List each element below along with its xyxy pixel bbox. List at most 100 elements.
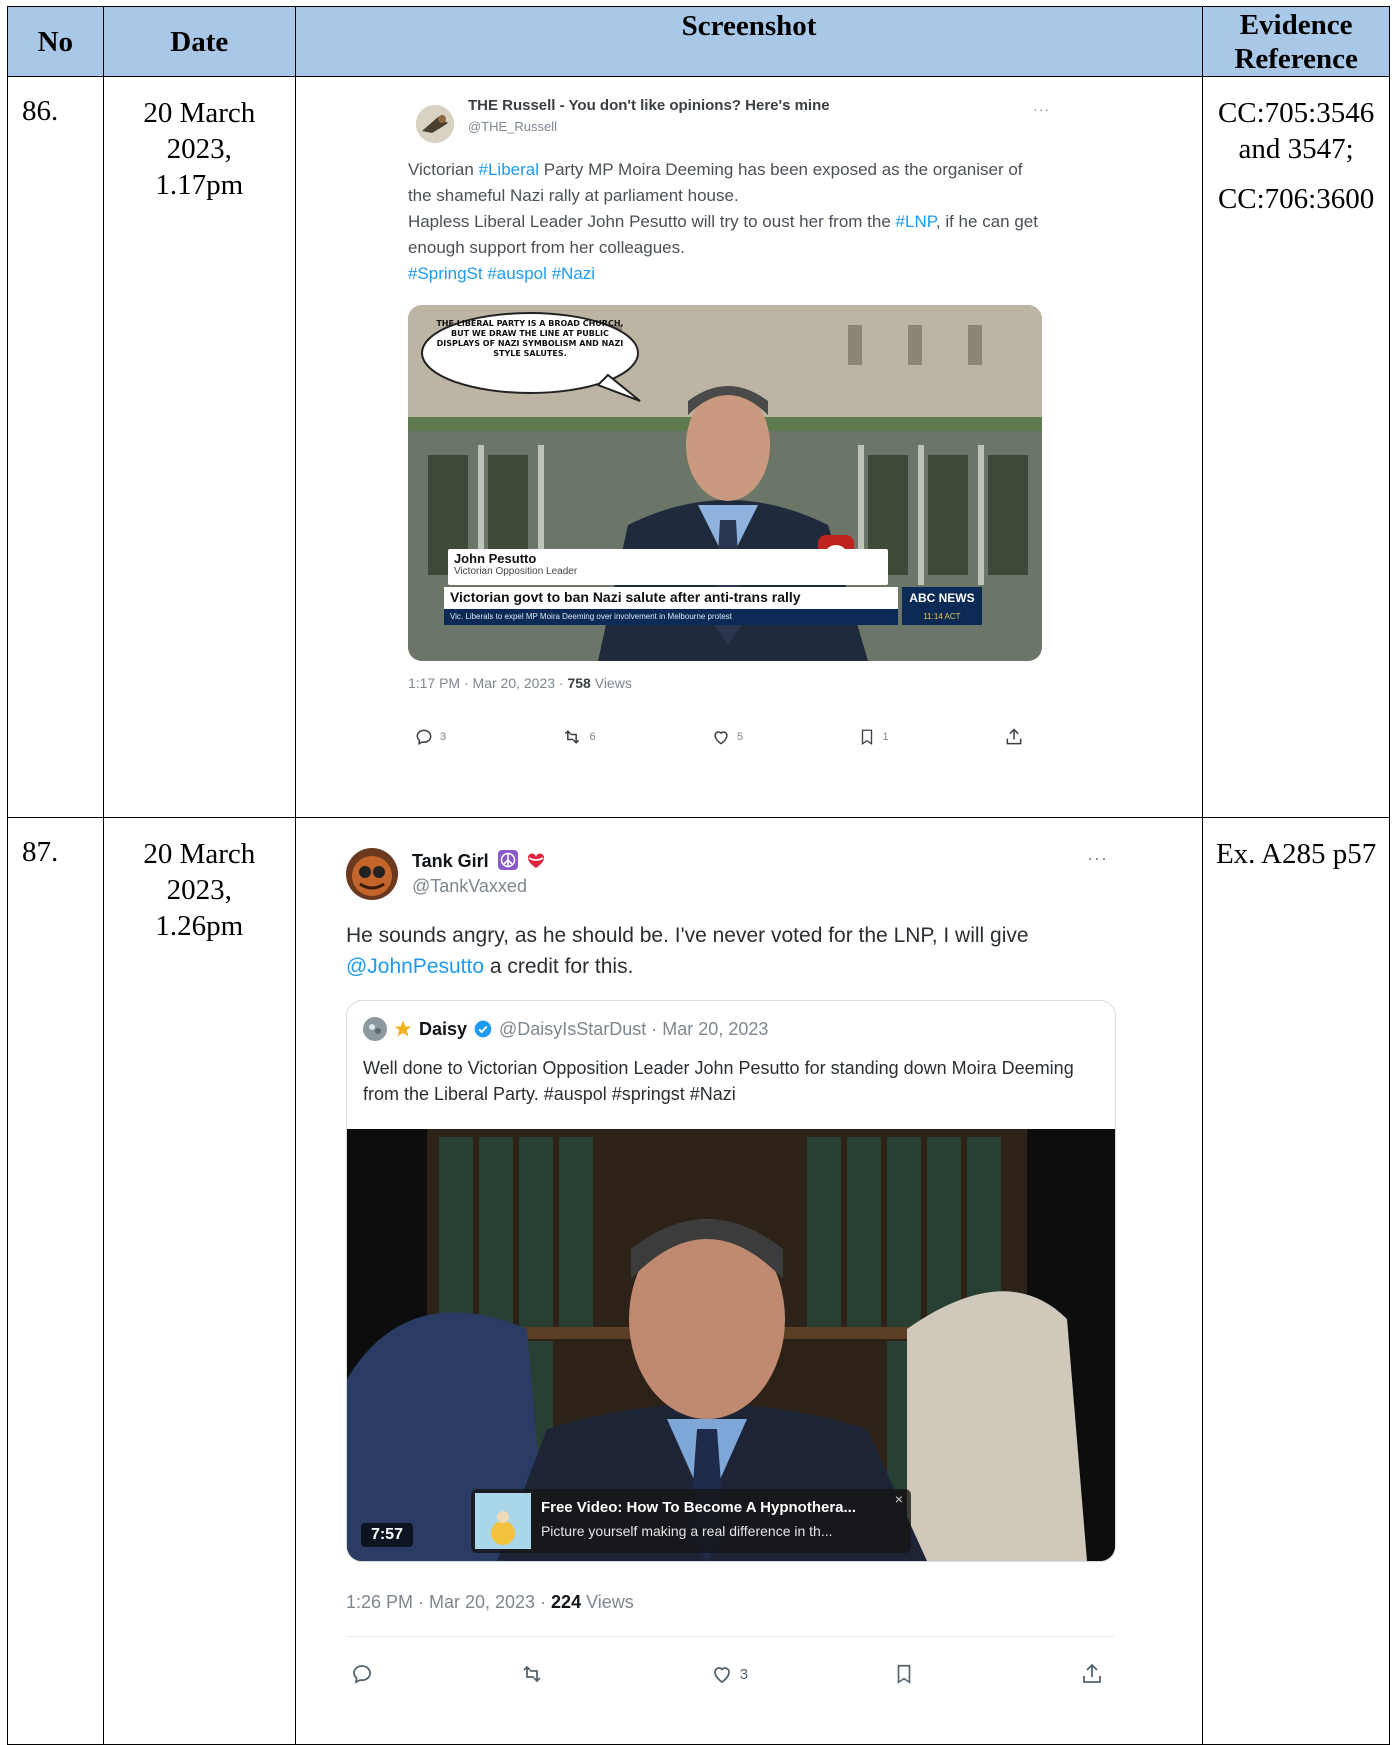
tweet-text: He sounds angry, as he should be. I've n… <box>346 920 1106 982</box>
news-ticker: Vic. Liberals to expel MP Moira Deeming … <box>443 609 898 625</box>
quoted-tweet[interactable]: Daisy @DaisyIsStarDust · Mar 20, 2023 We… <box>345 1000 1116 1562</box>
share-icon <box>1006 728 1022 745</box>
views-label: Views <box>590 675 632 691</box>
timestamp-text: 1:26 PM · Mar 20, 2023 · <box>345 1592 552 1612</box>
retweet-count: 6 <box>589 731 596 743</box>
author-handle[interactable]: @THE_Russell <box>468 119 557 134</box>
quoted-author-name[interactable]: Daisy <box>419 1019 467 1040</box>
close-icon[interactable]: × <box>895 1491 903 1507</box>
retweet-button[interactable] <box>519 1662 545 1686</box>
reply-icon <box>416 729 432 745</box>
heart-ribbon-icon <box>525 850 547 875</box>
row-date: 20 March 2023, 1.17pm <box>102 76 296 818</box>
avatar[interactable] <box>345 848 398 900</box>
reply-icon <box>353 1665 371 1684</box>
video-duration: 7:57 <box>360 1523 413 1547</box>
header-evidence-line2: Reference <box>1234 42 1358 75</box>
timestamp[interactable]: 1:17 PM · Mar 20, 2023 · 758 Views <box>408 675 632 691</box>
share-button[interactable] <box>1080 1662 1104 1686</box>
evidence-reference: Ex. A285 p57 <box>1202 817 1390 1745</box>
screenshot-cell: Tank Girl @TankVaxxed ··· He sounds angr… <box>294 817 1204 1745</box>
header-no: No <box>7 6 104 77</box>
header-screenshot: Screenshot <box>294 6 1204 77</box>
date-line: 20 March <box>143 838 256 870</box>
date-line: 2023, <box>166 874 232 906</box>
ad-subtitle: Picture yourself making a real differenc… <box>540 1523 833 1539</box>
quoted-tweet-text: Well done to Victorian Opposition Leader… <box>362 1058 1074 1104</box>
bookmark-button[interactable] <box>893 1662 915 1686</box>
tweet-text-part: Hapless Liberal Leader John Pesutto will… <box>407 212 896 231</box>
author-name-text: Tank Girl <box>411 851 489 871</box>
author-name[interactable]: THE Russell - You don't like opinions? H… <box>468 97 830 114</box>
tweet-text: Victorian #Liberal Party MP Moira Deemin… <box>408 157 1048 287</box>
like-button[interactable]: 3 <box>710 1662 748 1686</box>
mention-link[interactable]: @JohnPesutto <box>346 955 484 978</box>
views-count: 224 <box>551 1592 582 1612</box>
bookmark-button[interactable]: 1 <box>858 727 889 747</box>
screenshot-cell: THE Russell - You don't like opinions? H… <box>294 76 1204 818</box>
views-count: 758 <box>567 675 591 691</box>
like-button[interactable]: 5 <box>711 727 743 747</box>
evidence-reference: CC:705:3546 and 3547; CC:706:3600 <box>1202 76 1390 818</box>
bookmark-icon <box>862 729 873 746</box>
date-line: 1.26pm <box>155 910 244 942</box>
heart-icon <box>714 731 728 745</box>
like-count: 5 <box>736 731 744 743</box>
lower-third-title: Victorian Opposition Leader <box>453 566 578 577</box>
reference-line: and 3547; <box>1238 133 1354 165</box>
share-button[interactable] <box>1004 727 1024 747</box>
reply-count: 3 <box>439 731 447 743</box>
news-headline: Victorian govt to ban Nazi salute after … <box>443 587 898 609</box>
quoted-tweet-header: Daisy @DaisyIsStarDust · Mar 20, 2023 <box>362 1017 768 1041</box>
header-evidence-reference: Evidence Reference <box>1202 6 1390 77</box>
share-icon <box>1083 1663 1101 1683</box>
bookmark-count: 1 <box>882 731 889 743</box>
quoted-avatar[interactable] <box>362 1017 387 1041</box>
action-bar: 3 <box>346 1662 1106 1686</box>
news-logo: ABC NEWS <box>901 587 982 609</box>
author-name[interactable]: Tank Girl <box>412 850 547 875</box>
row-number: 87. <box>7 817 104 1745</box>
tweet-text-part: He sounds angry, as he should be. I've n… <box>345 924 1029 947</box>
divider <box>345 1636 1114 1637</box>
quoted-video[interactable]: 7:57 Free Video: How To Become A Hypnoth… <box>346 1129 1115 1561</box>
verified-badge-icon <box>474 1020 492 1038</box>
author-handle[interactable]: @TankVaxxed <box>412 876 527 897</box>
date-line: 1.17pm <box>155 169 244 201</box>
hashtags[interactable]: #SpringSt #auspol #Nazi <box>408 264 595 283</box>
tweet-card[interactable]: Tank Girl @TankVaxxed ··· He sounds angr… <box>345 844 1116 1744</box>
heart-icon <box>713 1667 730 1684</box>
ad-title: Free Video: How To Become A Hypnothera..… <box>540 1499 857 1516</box>
more-options-icon[interactable]: ··· <box>1033 101 1050 117</box>
evidence-table: No Date Screenshot Evidence Reference 86… <box>7 6 1390 1745</box>
hashtag-link[interactable]: #LNP <box>896 212 936 231</box>
date-line: 20 March <box>143 97 256 129</box>
speech-bubble-text: THE LIBERAL PARTY IS A BROAD CHURCH, BUT… <box>436 319 624 358</box>
reference-line: CC:706:3600 <box>1217 183 1375 215</box>
date-line: 2023, <box>166 133 232 165</box>
reference-line: Ex. A285 p57 <box>1215 838 1377 870</box>
table-row: 87. 20 March 2023, 1.26pm Tank Girl @Tan… <box>7 817 1390 1745</box>
hashtag-link[interactable]: #Liberal <box>479 160 540 179</box>
retweet-button[interactable]: 6 <box>561 727 596 747</box>
timestamp-text: 1:17 PM · Mar 20, 2023 · <box>407 675 568 691</box>
ad-thumbnail <box>474 1493 531 1549</box>
news-clock: 11:14 ACT <box>901 609 982 625</box>
avatar[interactable] <box>415 105 454 143</box>
row-number: 86. <box>7 76 104 818</box>
tweet-text-part: a credit for this. <box>484 955 634 978</box>
lower-third-name: John Pesutto <box>453 551 537 566</box>
tweet-text-part: Victorian <box>407 160 479 179</box>
reply-button[interactable] <box>350 1662 374 1686</box>
quoted-handle-date[interactable]: @DaisyIsStarDust · Mar 20, 2023 <box>499 1019 768 1040</box>
star-icon <box>394 1020 412 1037</box>
reply-button[interactable]: 3 <box>414 727 446 747</box>
header-evidence-line1: Evidence <box>1239 8 1353 41</box>
video-ad-overlay[interactable]: Free Video: How To Become A Hypnothera..… <box>470 1489 911 1553</box>
timestamp[interactable]: 1:26 PM · Mar 20, 2023 · 224 Views <box>346 1592 634 1613</box>
tweet-card[interactable]: THE Russell - You don't like opinions? H… <box>407 97 1068 817</box>
retweet-icon <box>523 1665 541 1683</box>
more-options-icon[interactable]: ··· <box>1087 848 1108 869</box>
retweet-icon <box>565 730 580 744</box>
tweet-image[interactable]: THE LIBERAL PARTY IS A BROAD CHURCH, BUT… <box>407 305 1042 661</box>
